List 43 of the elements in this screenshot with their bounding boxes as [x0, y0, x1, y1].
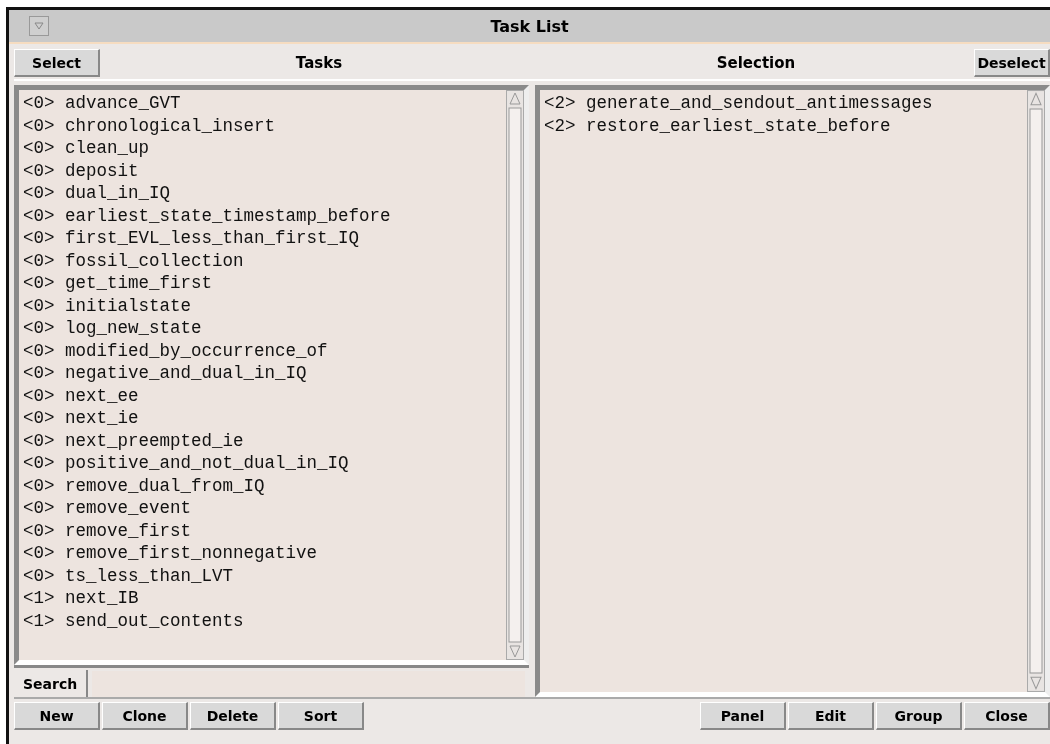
task-item[interactable]: <0> chronological_insert [23, 114, 506, 137]
task-item[interactable]: <0> remove_first [23, 519, 506, 542]
scrollbar-drawing[interactable] [506, 90, 524, 660]
toolbar-button[interactable]: Group [876, 702, 962, 730]
toolbar-button[interactable]: Delete [190, 702, 276, 730]
selection-heading: Selection [715, 54, 797, 72]
task-item[interactable]: <0> remove_event [23, 497, 506, 520]
toolbar-button[interactable]: New [14, 702, 100, 730]
task-item[interactable]: <0> get_time_first [23, 272, 506, 295]
task-item[interactable]: <0> next_ee [23, 384, 506, 407]
tasks-heading: Tasks [294, 54, 344, 72]
task-item[interactable]: <0> clean_up [23, 137, 506, 160]
task-item[interactable]: <0> positive_and_not_dual_in_IQ [23, 452, 506, 475]
task-item[interactable]: <0> first_EVL_less_than_first_IQ [23, 227, 506, 250]
selection-item[interactable]: <2> restore_earliest_state_before [544, 114, 1027, 137]
task-item[interactable]: <0> ts_less_than_LVT [23, 564, 506, 587]
task-item[interactable]: <0> remove_first_nonnegative [23, 542, 506, 565]
toolbar-button[interactable]: Clone [102, 702, 188, 730]
task-item[interactable]: <0> log_new_state [23, 317, 506, 340]
task-item[interactable]: <0> remove_dual_from_IQ [23, 474, 506, 497]
task-item[interactable]: <0> advance_GVT [23, 92, 506, 115]
deselect-button[interactable]: Deselect [974, 49, 1050, 77]
toolbar-button[interactable]: Close [964, 702, 1050, 730]
toolbar-button[interactable]: Edit [788, 702, 874, 730]
search-field[interactable] [92, 671, 525, 697]
task-item[interactable]: <1> send_out_contents [23, 609, 506, 632]
task-item[interactable]: <0> modified_by_occurrence_of [23, 339, 506, 362]
task-item[interactable]: <0> next_ie [23, 407, 506, 430]
select-button[interactable]: Select [14, 49, 100, 77]
task-item[interactable]: <0> earliest_state_timestamp_before [23, 204, 506, 227]
selection-item[interactable]: <2> generate_and_sendout_antimessages [544, 92, 1027, 115]
window-menu-icon[interactable] [29, 16, 49, 36]
scrollbar-drawing[interactable] [1027, 90, 1045, 692]
task-item[interactable]: <0> next_preempted_ie [23, 429, 506, 452]
window-title: Task List [489, 16, 570, 36]
toolbar-button[interactable]: Panel [700, 702, 786, 730]
task-item[interactable]: <0> deposit [23, 159, 506, 182]
task-item[interactable]: <0> dual_in_IQ [23, 182, 506, 205]
toolbar-button[interactable]: Sort [278, 702, 364, 730]
task-item[interactable]: <0> fossil_collection [23, 249, 506, 272]
task-item[interactable]: <0> initialstate [23, 294, 506, 317]
task-item[interactable]: <1> next_IB [23, 587, 506, 610]
task-item[interactable]: <0> negative_and_dual_in_IQ [23, 362, 506, 385]
